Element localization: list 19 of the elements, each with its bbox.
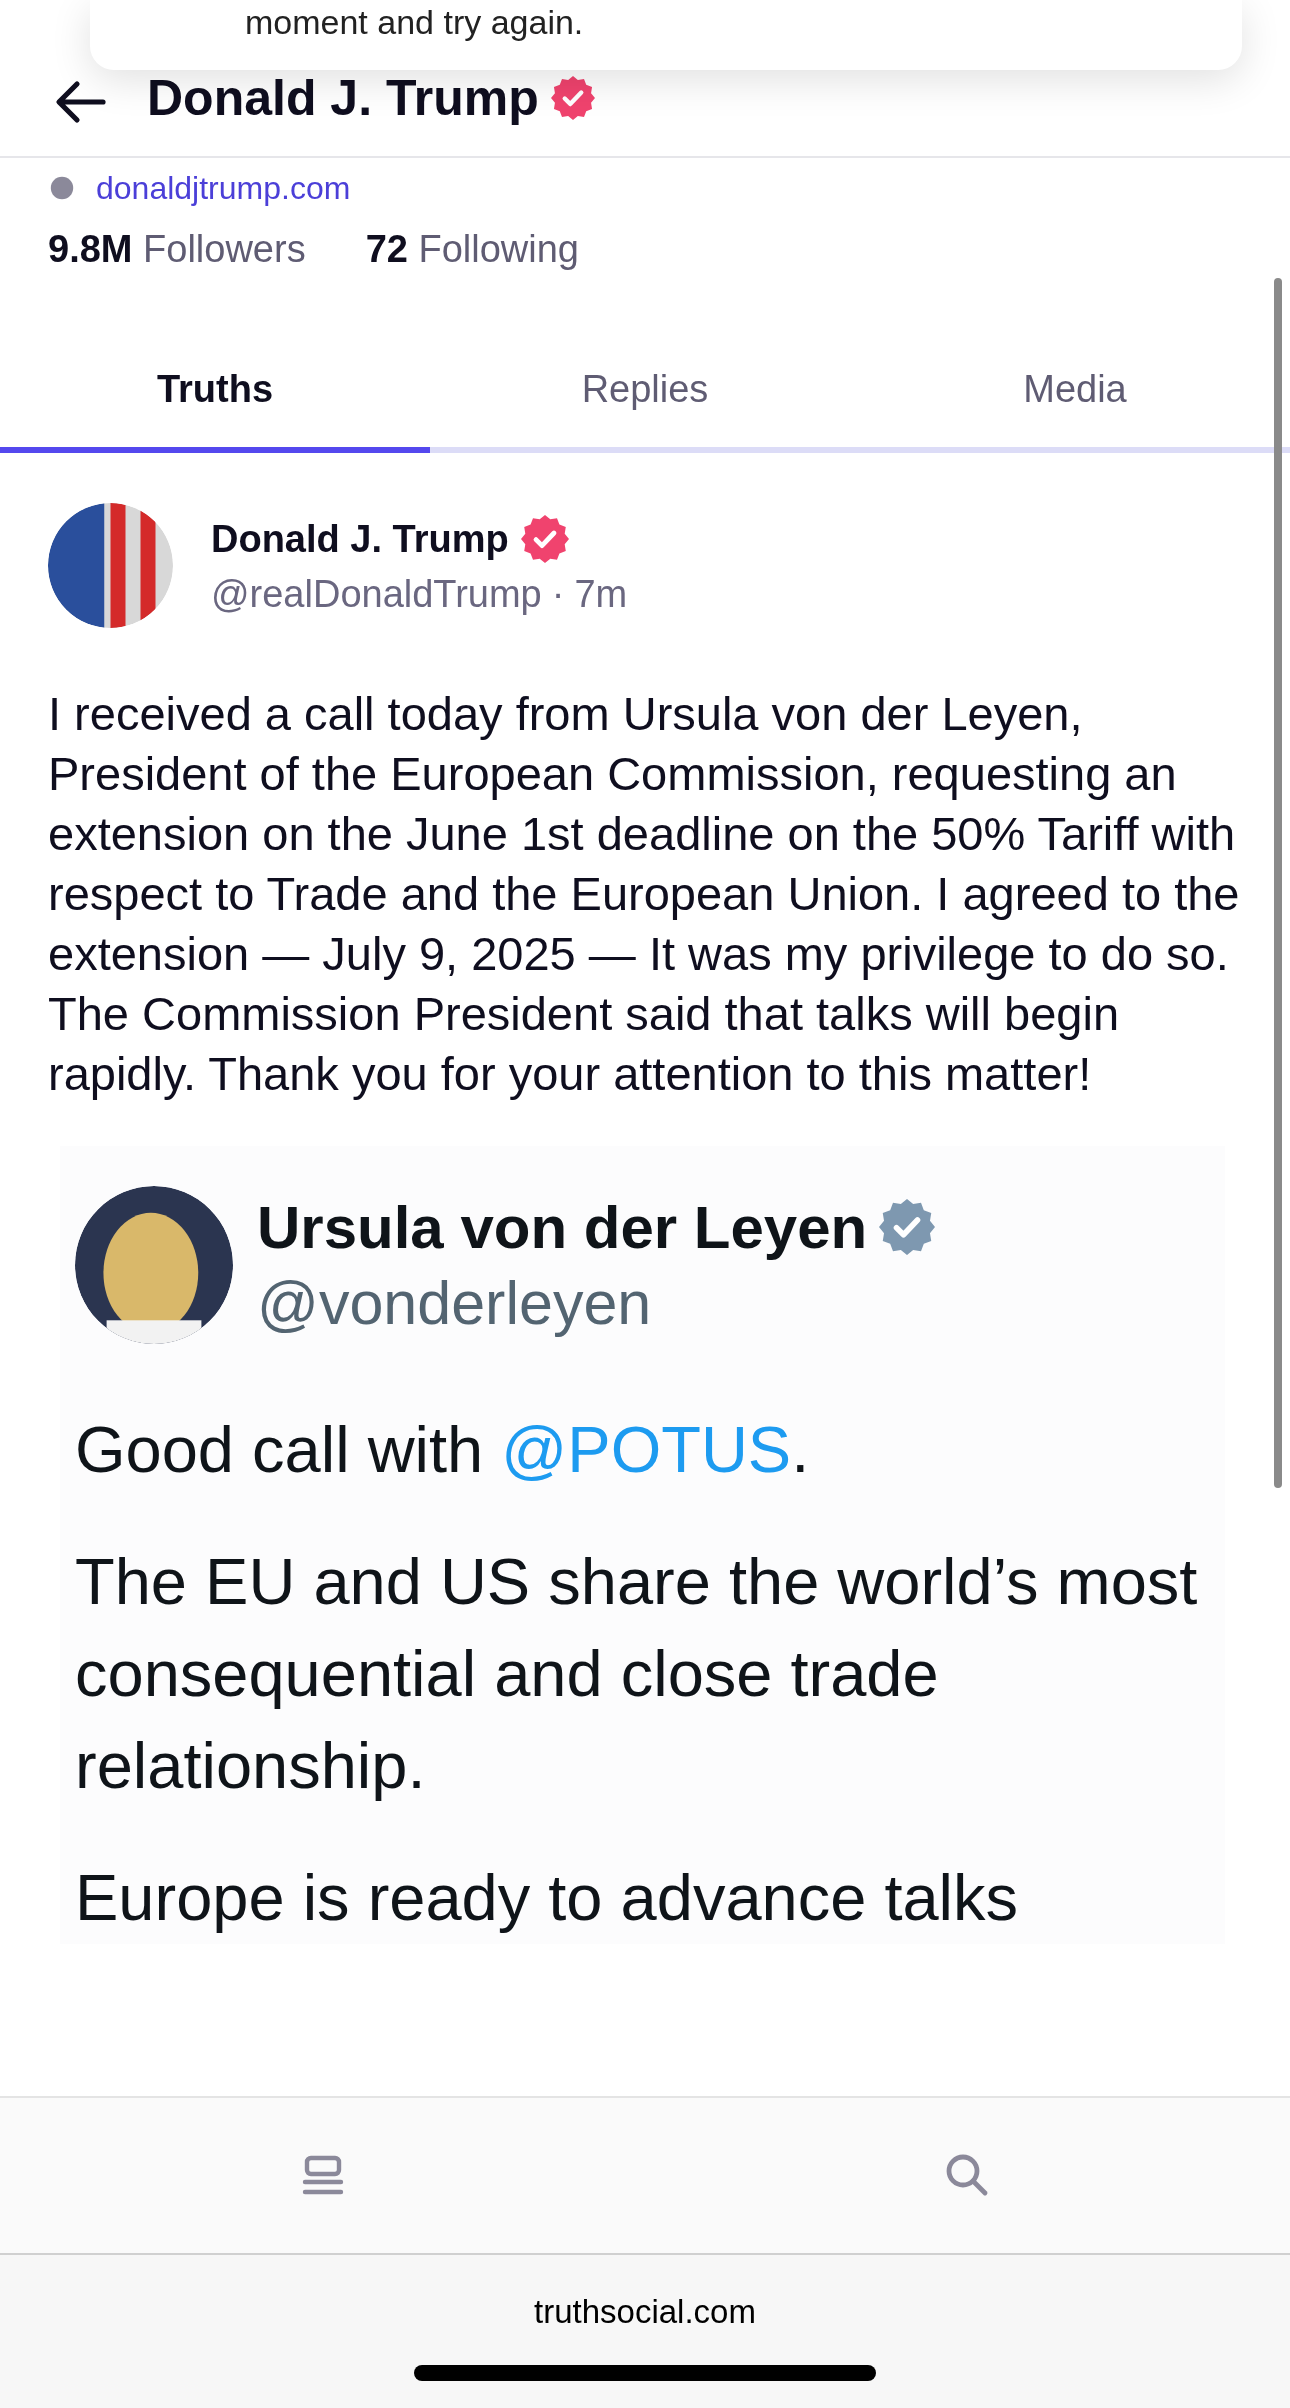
author-name[interactable]: Donald J. Trump — [211, 517, 509, 561]
tweet-text: The EU and US share the world’s most consequential and close trade relationship. — [75, 1544, 1199, 1804]
tab[interactable]: Truths — [0, 331, 430, 453]
separator-dot: · — [551, 573, 565, 616]
website-link[interactable]: donaldjtrump.com — [96, 169, 351, 207]
post-text: I received a call today from Ursula von der Leyen, President of the European Commission, requesting an extension on the June 1st deadline on the 50% Tariff with respect to Trade and the European Union. I agreed to the extension — July 9, 2025 — It was my privilege to do so. The Commission President said that talks will begin rapidly. Thank you for your attention to this matter! — [48, 686, 1241, 1102]
author-handle[interactable]: @realDonaldTrump — [211, 573, 542, 616]
tweet-text: Good call with @POTUS. — [75, 1412, 811, 1488]
tweet-text: Europe is ready to advance talks — [75, 1860, 1020, 1936]
tab[interactable]: Replies — [430, 331, 860, 453]
back-arrow-icon[interactable] — [55, 80, 107, 124]
toast-message: moment and try again. — [245, 2, 584, 42]
author-name: Ursula von der Leyen — [257, 1192, 868, 1262]
post-time: 7m — [574, 573, 628, 616]
url-text[interactable]: truthsocial.com — [534, 2293, 756, 2331]
stat-link[interactable]: 72 Following — [365, 228, 579, 271]
author-handle: @vonderleyen — [257, 1267, 653, 1338]
profile-title: Donald J. Trump — [147, 70, 539, 126]
stat-link[interactable]: 9.8M Followers — [48, 228, 306, 271]
